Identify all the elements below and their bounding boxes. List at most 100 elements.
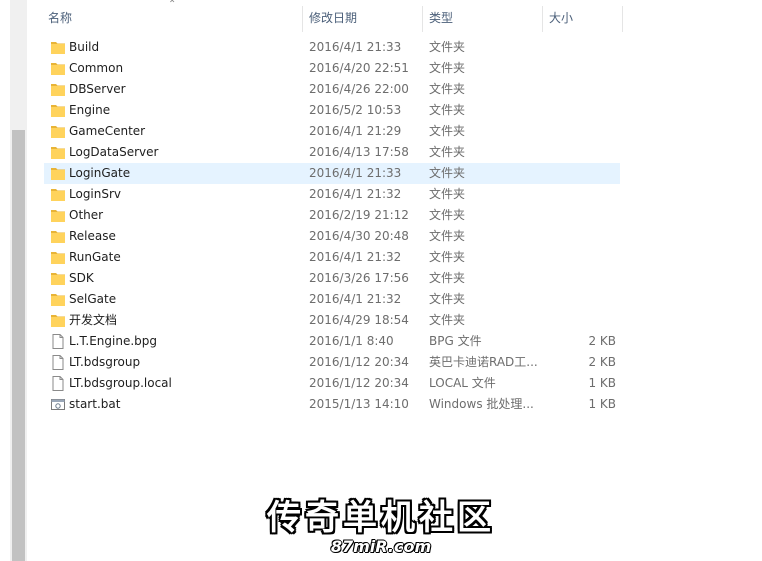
file-type: 文件夹 xyxy=(429,313,466,327)
file-row[interactable]: Release 2016/4/30 20:48 文件夹 xyxy=(44,226,620,247)
folder-icon xyxy=(50,187,66,202)
file-row[interactable]: Engine 2016/5/2 10:53 文件夹 xyxy=(44,100,620,121)
file-type: 文件夹 xyxy=(429,103,466,117)
file-date: 2016/5/2 10:53 xyxy=(309,103,402,117)
file-date: 2016/4/13 17:58 xyxy=(309,145,409,159)
file-type: 文件夹 xyxy=(429,271,466,285)
file-size xyxy=(544,142,616,163)
folder-icon xyxy=(50,292,66,307)
file-icon xyxy=(50,376,66,391)
file-name: Engine xyxy=(69,103,111,117)
file-name: Release xyxy=(69,229,116,243)
file-size: 2 KB xyxy=(588,355,616,369)
file-name: SelGate xyxy=(69,292,117,306)
file-row[interactable]: LoginGate 2016/4/1 21:33 文件夹 xyxy=(44,163,620,184)
file-type: 文件夹 xyxy=(429,292,466,306)
file-row[interactable]: LT.bdsgroup.local 2016/1/12 20:34 LOCAL 文件… xyxy=(44,373,620,394)
file-row[interactable]: LogDataServer 2016/4/13 17:58 文件夹 xyxy=(44,142,620,163)
file-date: 2016/4/1 21:29 xyxy=(309,124,402,138)
folder-icon xyxy=(50,124,66,139)
column-header-type[interactable]: 类型 xyxy=(429,4,453,32)
column-divider[interactable] xyxy=(542,6,543,32)
file-size: 1 KB xyxy=(588,376,616,390)
file-row[interactable]: GameCenter 2016/4/1 21:29 文件夹 xyxy=(44,121,620,142)
file-size xyxy=(544,205,616,226)
file-row[interactable]: Build 2016/4/1 21:33 文件夹 xyxy=(44,37,620,58)
file-type: 文件夹 xyxy=(429,124,466,138)
file-row[interactable]: SDK 2016/3/26 17:56 文件夹 xyxy=(44,268,620,289)
file-size xyxy=(544,310,616,331)
file-row[interactable]: LoginSrv 2016/4/1 21:32 文件夹 xyxy=(44,184,620,205)
watermark-subtitle: 87miR.com xyxy=(330,537,432,556)
file-date: 2016/4/1 21:32 xyxy=(309,292,402,306)
file-name: DBServer xyxy=(69,82,126,96)
file-row[interactable]: RunGate 2016/4/1 21:32 文件夹 xyxy=(44,247,620,268)
file-date: 2016/4/20 22:51 xyxy=(309,61,409,75)
file-name: GameCenter xyxy=(69,124,146,138)
file-name: LoginSrv xyxy=(69,187,122,201)
column-divider[interactable] xyxy=(622,6,623,32)
file-size xyxy=(544,79,616,100)
file-icon xyxy=(50,355,66,370)
file-date: 2016/1/1 8:40 xyxy=(309,334,394,348)
file-type: 文件夹 xyxy=(429,187,466,201)
file-size xyxy=(544,184,616,205)
file-type: BPG 文件 xyxy=(429,334,482,348)
file-name: Other xyxy=(69,208,104,222)
file-name: 开发文档 xyxy=(69,313,118,327)
column-divider[interactable] xyxy=(422,6,423,32)
file-type: 文件夹 xyxy=(429,145,466,159)
column-divider[interactable] xyxy=(302,6,303,32)
file-name: LT.bdsgroup xyxy=(69,355,141,369)
column-header-name[interactable]: 名称 xyxy=(48,4,72,32)
file-row[interactable]: start.bat 2015/1/13 14:10 Windows 批处理... 1 … xyxy=(44,394,620,415)
file-type: 文件夹 xyxy=(429,208,466,222)
folder-icon xyxy=(50,250,66,265)
file-size xyxy=(544,121,616,142)
file-row[interactable]: DBServer 2016/4/26 22:00 文件夹 xyxy=(44,79,620,100)
column-header-row: ⌃ 名称 修改日期 类型 大小 xyxy=(44,0,624,32)
folder-icon xyxy=(50,166,66,181)
file-date: 2016/4/1 21:32 xyxy=(309,187,402,201)
column-header-size[interactable]: 大小 xyxy=(549,4,573,32)
sort-ascending-icon: ⌃ xyxy=(168,0,177,10)
folder-icon xyxy=(50,61,66,76)
folder-icon xyxy=(50,82,66,97)
file-date: 2016/2/19 21:12 xyxy=(309,208,409,222)
file-name: LoginGate xyxy=(69,166,131,180)
folder-icon xyxy=(50,145,66,160)
watermark-title: 传奇单机社区 xyxy=(267,498,495,538)
file-type: 文件夹 xyxy=(429,82,466,96)
file-date: 2016/4/1 21:33 xyxy=(309,166,402,180)
column-header-date[interactable]: 修改日期 xyxy=(309,4,357,32)
file-row[interactable]: L.T.Engine.bpg 2016/1/1 8:40 BPG 文件 2 KB xyxy=(44,331,620,352)
file-date: 2016/4/26 22:00 xyxy=(309,82,409,96)
file-type: 文件夹 xyxy=(429,250,466,264)
file-row[interactable]: Other 2016/2/19 21:12 文件夹 xyxy=(44,205,620,226)
file-row[interactable]: Common 2016/4/20 22:51 文件夹 xyxy=(44,58,620,79)
file-type: 文件夹 xyxy=(429,166,466,180)
file-type: 文件夹 xyxy=(429,61,466,75)
file-row[interactable]: 开发文档 2016/4/29 18:54 文件夹 xyxy=(44,310,620,331)
file-type: 英巴卡迪诺RAD工... xyxy=(429,355,538,369)
file-row[interactable]: SelGate 2016/4/1 21:32 文件夹 xyxy=(44,289,620,310)
file-size: 2 KB xyxy=(588,334,616,348)
file-size: 1 KB xyxy=(588,397,616,411)
file-size xyxy=(544,163,616,184)
file-type: 文件夹 xyxy=(429,40,466,54)
file-date: 2015/1/13 14:10 xyxy=(309,397,409,411)
file-size xyxy=(544,37,616,58)
file-name: LT.bdsgroup.local xyxy=(69,376,172,390)
file-size xyxy=(544,289,616,310)
file-size xyxy=(544,226,616,247)
file-name: LogDataServer xyxy=(69,145,159,159)
folder-icon xyxy=(50,40,66,55)
file-name: Common xyxy=(69,61,124,75)
batch-file-icon xyxy=(50,397,66,412)
file-row[interactable]: LT.bdsgroup 2016/1/12 20:34 英巴卡迪诺RAD工... 2 … xyxy=(44,352,620,373)
vertical-scrollbar[interactable] xyxy=(10,0,27,561)
file-date: 2016/4/1 21:32 xyxy=(309,250,402,264)
folder-icon xyxy=(50,229,66,244)
file-type: LOCAL 文件 xyxy=(429,376,496,390)
file-name: L.T.Engine.bpg xyxy=(69,334,158,348)
